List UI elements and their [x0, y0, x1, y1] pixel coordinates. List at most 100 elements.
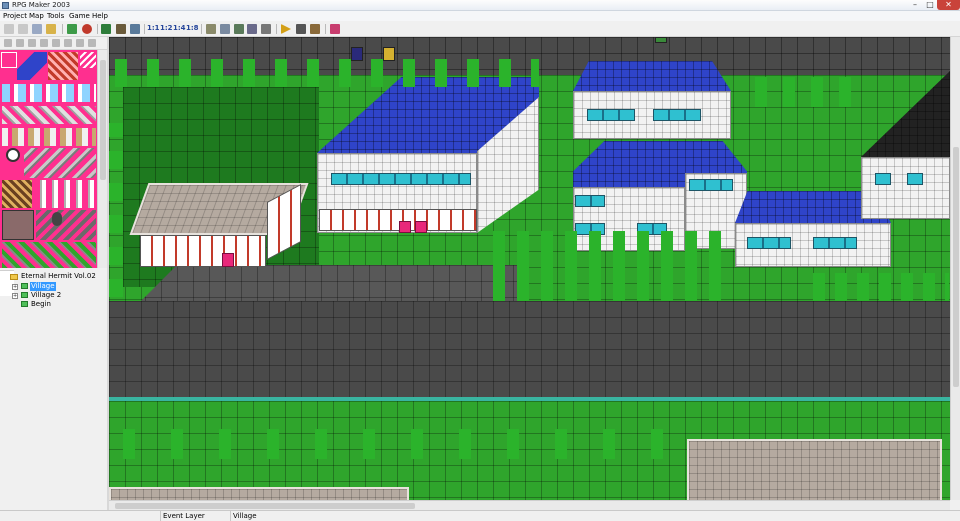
pencil-tool-icon[interactable]	[4, 39, 12, 47]
mall-door	[415, 221, 427, 233]
copy-tool-icon[interactable]	[76, 39, 84, 47]
mall-windows	[331, 173, 471, 185]
chip-tile[interactable]	[34, 180, 96, 208]
save-project-icon[interactable]	[46, 24, 56, 34]
zoom-1-8-button[interactable]: 1:8	[186, 24, 199, 32]
right-building-windows	[907, 173, 923, 185]
house-windows	[689, 179, 733, 191]
toolbar-separator	[276, 24, 277, 34]
open-project-icon[interactable]	[32, 24, 42, 34]
scrollbar-thumb[interactable]	[953, 147, 959, 387]
undo-icon[interactable]	[4, 24, 14, 34]
fill-tool-icon[interactable]	[52, 39, 60, 47]
map-horizontal-scrollbar[interactable]	[109, 500, 950, 510]
zoom-1-2-button[interactable]: 1:2	[160, 24, 173, 32]
expand-icon[interactable]: +	[12, 293, 18, 299]
chip-tile[interactable]	[48, 52, 78, 80]
scrollbar-thumb[interactable]	[100, 60, 106, 180]
chip-tile[interactable]	[24, 148, 96, 178]
chipset-scrollbar[interactable]	[97, 50, 107, 268]
title-bar: RPG Maker 2003 – □ ✕	[0, 0, 960, 11]
chip-tile[interactable]	[2, 242, 96, 268]
tree-row	[809, 273, 949, 301]
close-button[interactable]: ✕	[937, 0, 960, 10]
store-front	[140, 235, 266, 267]
maximize-button[interactable]: □	[924, 0, 936, 10]
fullscreen-icon[interactable]	[296, 24, 306, 34]
event-marker[interactable]	[351, 47, 363, 61]
map-properties-icon[interactable]	[67, 24, 77, 34]
menu-project[interactable]: Project	[3, 12, 27, 20]
toolbar-separator	[62, 24, 63, 34]
tree-item-begin[interactable]: Begin	[31, 300, 51, 309]
database-icon[interactable]	[82, 24, 92, 34]
chip-tile[interactable]	[2, 210, 34, 240]
menu-map[interactable]: Map	[29, 12, 44, 20]
play-test-icon[interactable]	[281, 24, 291, 34]
chip-tile[interactable]	[2, 84, 96, 102]
upper-layer-icon[interactable]	[116, 24, 126, 34]
chip-tile[interactable]	[52, 212, 62, 226]
scrollbar-thumb[interactable]	[115, 503, 415, 509]
tree-row	[749, 77, 859, 107]
lower-layer-icon[interactable]	[101, 24, 111, 34]
chip-tile[interactable]	[2, 106, 96, 124]
main-road	[109, 301, 950, 397]
main-toolbar: 1:1 1:2 1:4 1:8	[0, 21, 960, 37]
script-icon[interactable]	[234, 24, 244, 34]
menu-game[interactable]: Game	[69, 12, 90, 20]
music-icon[interactable]	[247, 24, 257, 34]
tree-item-village-2[interactable]: Village 2	[31, 291, 61, 300]
database-editor-icon[interactable]	[206, 24, 216, 34]
menu-help[interactable]: Help	[92, 12, 108, 20]
chip-tile[interactable]	[2, 180, 32, 208]
chip-tile[interactable]	[1, 52, 17, 68]
toolbar-separator	[144, 24, 145, 34]
zoom-1-1-button[interactable]: 1:1	[147, 24, 160, 32]
lower-rooftop	[687, 439, 942, 500]
title-screen-icon[interactable]	[310, 24, 320, 34]
tree-root-label[interactable]: Eternal Hermit Vol.02	[21, 272, 96, 281]
chip-tile[interactable]	[2, 128, 96, 146]
zoom-tool-icon[interactable]	[40, 39, 48, 47]
map-vertical-scrollbar[interactable]	[950, 37, 960, 500]
event-layer-icon[interactable]	[130, 24, 140, 34]
map-canvas[interactable]	[109, 37, 950, 500]
minimize-button[interactable]: –	[908, 0, 922, 10]
lower-rooftop	[109, 487, 409, 500]
zoom-1-4-button[interactable]: 1:4	[173, 24, 186, 32]
status-bar: Event Layer Village	[0, 510, 960, 521]
app-icon	[2, 2, 9, 9]
material-icon[interactable]	[220, 24, 230, 34]
right-building-windows	[875, 173, 891, 185]
chip-tile[interactable]	[80, 52, 96, 68]
chip-tile[interactable]	[36, 210, 96, 240]
tree-item-village[interactable]: Village	[30, 282, 56, 291]
rectangle-tool-icon[interactable]	[16, 39, 24, 47]
map-icon	[21, 301, 28, 307]
chipset-palette[interactable]	[0, 50, 97, 268]
event-marker[interactable]	[655, 37, 667, 43]
house-windows	[653, 109, 701, 121]
expand-icon[interactable]: +	[12, 284, 18, 290]
select-tool-icon[interactable]	[64, 39, 72, 47]
tree-row	[109, 429, 669, 459]
toolbar-separator	[201, 24, 202, 34]
circle-tool-icon[interactable]	[28, 39, 36, 47]
menu-bar: Project Map Tools Game Help	[0, 11, 960, 21]
palette-toolbar	[0, 37, 107, 50]
event-marker[interactable]	[383, 47, 395, 61]
right-building-wall	[861, 157, 950, 219]
toolbar-separator	[325, 24, 326, 34]
tree-row	[109, 123, 123, 303]
clock-tile-icon[interactable]	[6, 148, 20, 162]
redo-icon[interactable]	[18, 24, 28, 34]
mall-storefront	[319, 209, 477, 231]
paste-tool-icon[interactable]	[88, 39, 96, 47]
menu-tools[interactable]: Tools	[47, 12, 64, 20]
map-icon	[21, 292, 28, 298]
store-door	[222, 253, 234, 267]
chip-tile[interactable]	[17, 52, 47, 80]
help-book-icon[interactable]	[330, 24, 340, 34]
search-icon[interactable]	[261, 24, 271, 34]
